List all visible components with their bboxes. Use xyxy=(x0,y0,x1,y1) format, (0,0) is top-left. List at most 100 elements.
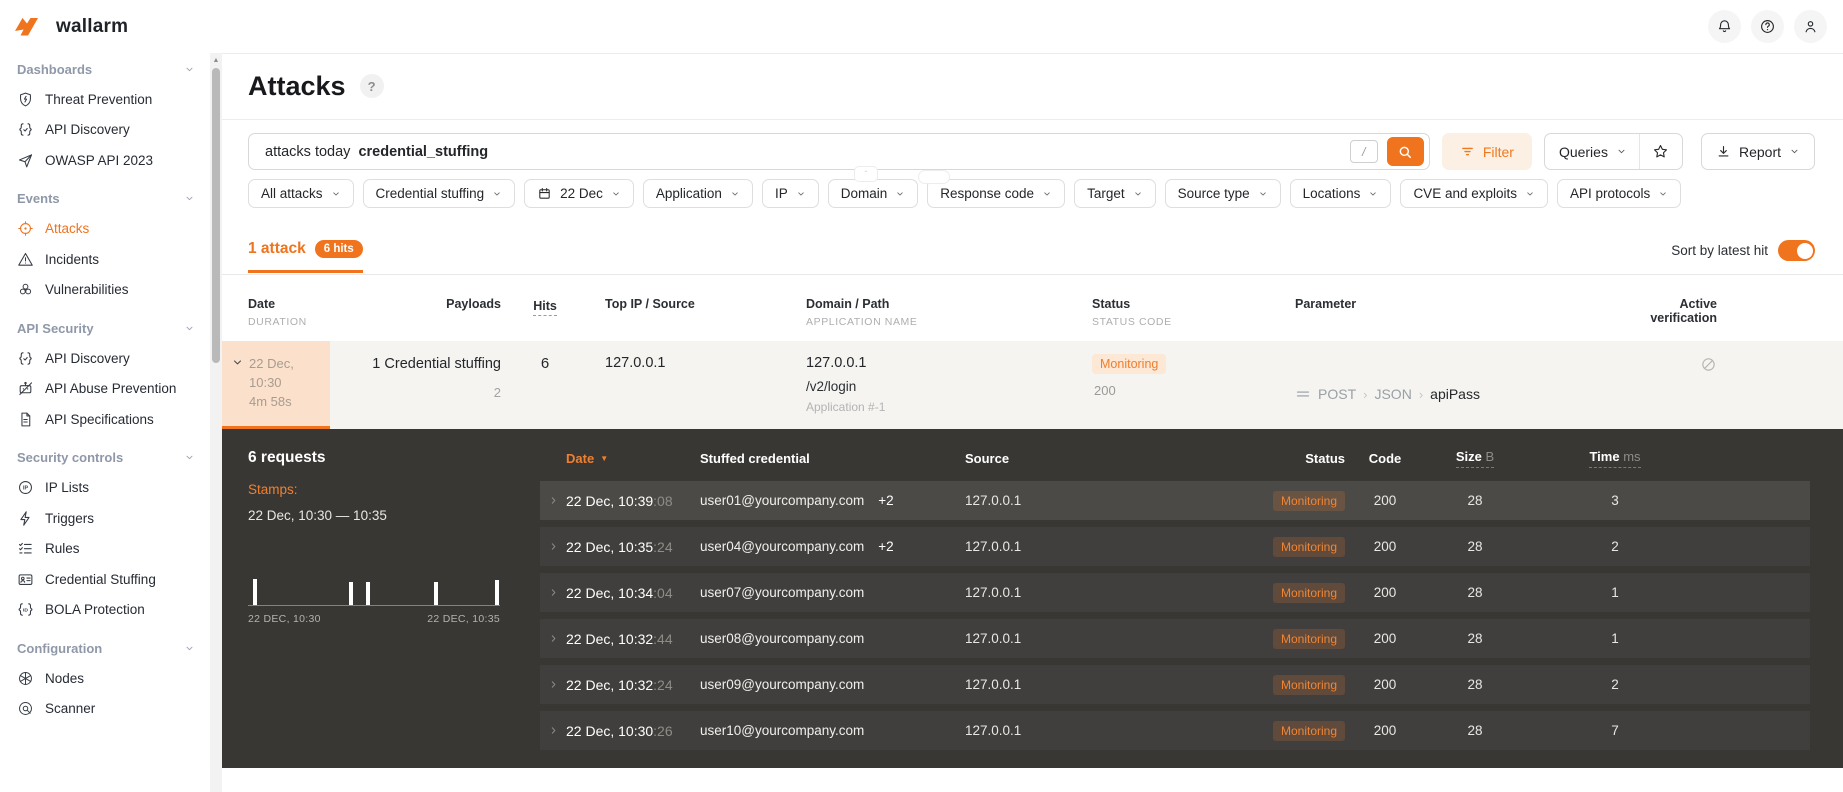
wallarm-logo[interactable]: wallarm xyxy=(0,14,128,39)
favorite-star-button[interactable] xyxy=(1638,134,1682,169)
request-row[interactable]: 22 Dec, 10:35:24 user04@yourcompany.com +… xyxy=(540,527,1810,566)
request-source[interactable]: 127.0.0.1 xyxy=(965,585,1240,600)
sidebar-item[interactable]: OWASP API 2023 xyxy=(0,145,210,176)
col-hits-sortable[interactable]: Hits xyxy=(533,299,557,316)
scrollbar-up-arrow[interactable]: ▲ xyxy=(210,57,222,64)
request-source[interactable]: 127.0.0.1 xyxy=(965,493,1240,508)
attack-domain[interactable]: 127.0.0.1 xyxy=(806,341,1080,371)
search-button[interactable] xyxy=(1386,137,1424,166)
filter-button[interactable]: Filter xyxy=(1441,133,1532,170)
request-source[interactable]: 127.0.0.1 xyxy=(965,723,1240,738)
chevron-down-icon xyxy=(796,189,806,199)
attack-row[interactable]: 22 Dec, 10:30 4m 58s 1 Credential stuffi… xyxy=(222,341,1843,429)
param-method: POST xyxy=(1318,386,1357,402)
filter-chip[interactable]: Response code xyxy=(927,179,1066,208)
search-input[interactable]: attacks today credential_stuffing / xyxy=(248,133,1430,170)
filter-chip[interactable]: 22 Dec xyxy=(524,179,634,208)
filter-chip-label: CVE and exploits xyxy=(1413,186,1517,201)
col-time-sortable[interactable]: Time ms xyxy=(1525,449,1705,468)
scrollbar-thumb[interactable] xyxy=(212,68,220,363)
filter-chip[interactable]: Target xyxy=(1074,179,1156,208)
filter-chip[interactable]: Locations xyxy=(1289,179,1392,208)
stamps-link[interactable]: Stamps: xyxy=(248,482,540,497)
sidebar-item-label: Triggers xyxy=(45,510,95,526)
report-button[interactable]: Report xyxy=(1700,133,1815,170)
sidebar-section-header[interactable]: Security controls xyxy=(0,443,210,473)
expand-row-control[interactable] xyxy=(540,495,566,506)
filter-chip[interactable]: Domain xyxy=(827,179,919,208)
topbar-icon-button[interactable] xyxy=(1708,10,1741,43)
topbar-divider xyxy=(222,53,1843,54)
sidebar-item-icon xyxy=(17,281,34,298)
request-row[interactable]: 22 Dec, 10:32:24 user09@yourcompany.com … xyxy=(540,665,1810,704)
sidebar-item[interactable]: Vulnerabilities xyxy=(0,275,210,306)
sidebar-item-label: Scanner xyxy=(45,701,96,717)
chevron-down-icon xyxy=(184,452,195,463)
queries-group: Queries xyxy=(1543,133,1683,170)
attacks-count-tab[interactable]: 1 attack 6 hits xyxy=(248,240,363,273)
attack-payloads: 1 Credential stuffing xyxy=(372,356,501,372)
filter-chip-label: Response code xyxy=(940,186,1035,201)
attack-date-cell[interactable]: 22 Dec, 10:30 4m 58s xyxy=(222,341,330,429)
request-status-cell: Monitoring xyxy=(1240,720,1345,741)
expand-row-control[interactable] xyxy=(540,541,566,552)
request-row[interactable]: 22 Dec, 10:30:26 user10@yourcompany.com … xyxy=(540,711,1810,750)
sidebar-item[interactable]: API Discovery xyxy=(0,343,210,374)
sidebar-section-header[interactable]: API Security xyxy=(0,313,210,343)
col-stuffed-credential: Stuffed credential xyxy=(700,450,810,466)
sidebar-section-header[interactable]: Events xyxy=(0,184,210,214)
sidebar-item[interactable]: Rules xyxy=(0,534,210,565)
request-date: 22 Dec, 10:39:08 xyxy=(566,492,673,509)
expand-row-control[interactable] xyxy=(540,633,566,644)
sidebar-section-header[interactable]: Configuration xyxy=(0,633,210,663)
filter-chip[interactable]: API protocols xyxy=(1557,179,1682,208)
col-date-sorted[interactable]: Date ▼ xyxy=(566,451,700,466)
sort-toggle[interactable] xyxy=(1778,240,1815,261)
topbar-icon-button[interactable] xyxy=(1751,10,1784,43)
filter-chip[interactable]: All attacks xyxy=(248,179,354,208)
status-badge: Monitoring xyxy=(1092,354,1167,374)
sidebar-item[interactable]: Nodes xyxy=(0,663,210,694)
sidebar-item-label: Incidents xyxy=(45,251,100,267)
expand-row-control[interactable] xyxy=(540,587,566,598)
request-row[interactable]: 22 Dec, 10:39:08 user01@yourcompany.com +… xyxy=(540,481,1810,520)
request-source[interactable]: 127.0.0.1 xyxy=(965,677,1240,692)
filter-chip[interactable]: Credential stuffing xyxy=(362,179,516,208)
filter-chip[interactable]: IP xyxy=(761,179,819,208)
sidebar-item[interactable]: IP Lists xyxy=(0,473,210,504)
sidebar-item[interactable]: BOLA Protection xyxy=(0,595,210,626)
chevron-right-icon xyxy=(548,633,559,644)
queries-button[interactable]: Queries xyxy=(1545,134,1639,169)
filter-chip[interactable]: Source type xyxy=(1164,179,1281,208)
attack-path[interactable]: /v2/login xyxy=(806,379,1080,394)
sidebar-item[interactable]: Incidents xyxy=(0,244,210,275)
page-help-icon[interactable]: ? xyxy=(359,74,384,98)
sidebar-item[interactable]: Attacks xyxy=(0,214,210,245)
vertical-scrollbar[interactable]: ▲ xyxy=(210,53,222,792)
sidebar-item[interactable]: Threat Prevention xyxy=(0,84,210,115)
filter-chip[interactable]: CVE and exploits xyxy=(1400,179,1548,208)
sidebar-section-header[interactable]: Dashboards xyxy=(0,54,210,84)
sidebar-item[interactable]: API Specifications xyxy=(0,404,210,435)
sidebar-item[interactable]: API Discovery xyxy=(0,115,210,146)
attack-top-ip[interactable]: 127.0.0.1 xyxy=(585,341,790,429)
filter-chip[interactable]: Application xyxy=(642,179,753,208)
request-source[interactable]: 127.0.0.1 xyxy=(965,631,1240,646)
sidebar-item[interactable]: API Abuse Prevention xyxy=(0,374,210,405)
request-source[interactable]: 127.0.0.1 xyxy=(965,539,1240,554)
search-query[interactable]: attacks today credential_stuffing xyxy=(265,144,1341,160)
sidebar-item[interactable]: Scanner xyxy=(0,694,210,725)
expand-row-control[interactable] xyxy=(540,679,566,690)
expand-row-control[interactable] xyxy=(540,725,566,736)
col-date: Date xyxy=(248,297,276,311)
sidebar-item[interactable]: Credential Stuffing xyxy=(0,564,210,595)
request-row[interactable]: 22 Dec, 10:32:44 user08@yourcompany.com … xyxy=(540,619,1810,658)
topbar-icon-button[interactable] xyxy=(1794,10,1827,43)
col-size-sortable[interactable]: Size B xyxy=(1425,449,1525,468)
extra-credentials-count: +2 xyxy=(878,539,894,554)
sidebar-section: Dashboards Threat Prevention API Discove… xyxy=(0,54,210,176)
request-credential: user10@yourcompany.com xyxy=(700,723,865,738)
sidebar-item[interactable]: Triggers xyxy=(0,503,210,534)
request-row[interactable]: 22 Dec, 10:34:04 user07@yourcompany.com … xyxy=(540,573,1810,612)
sidebar-item-icon xyxy=(17,380,34,397)
